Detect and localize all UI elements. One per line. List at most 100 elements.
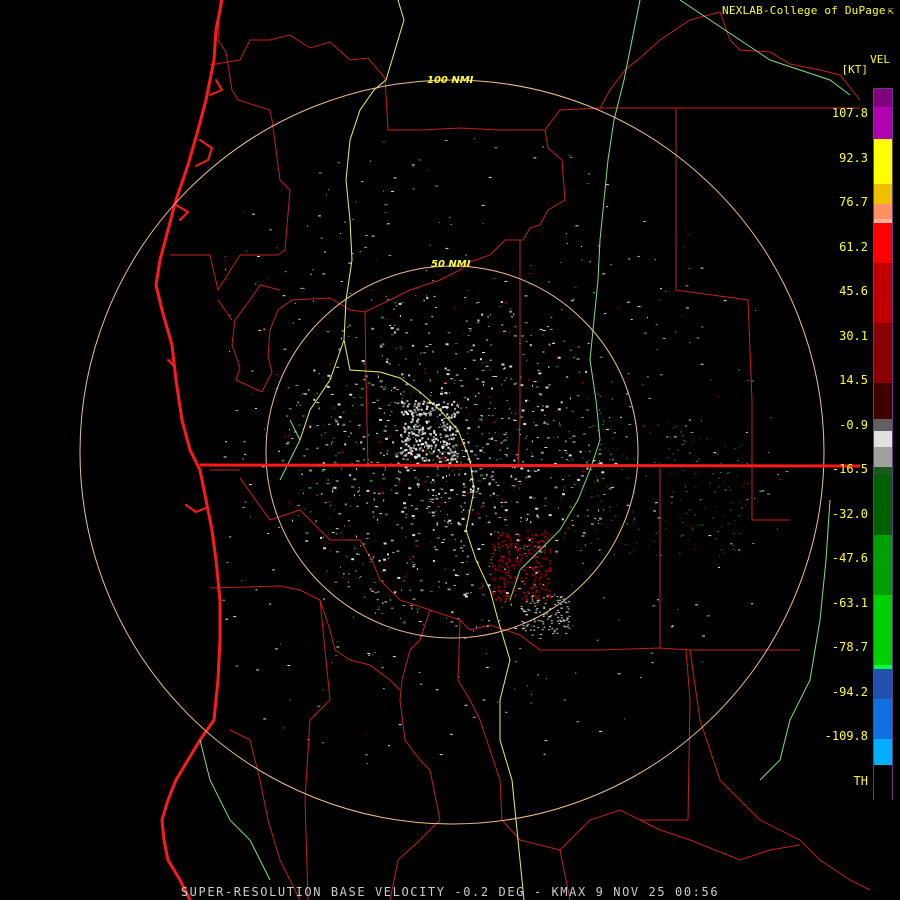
echo-pixel bbox=[411, 432, 414, 435]
echo-pixel bbox=[318, 172, 322, 174]
echo-pixel bbox=[477, 490, 479, 492]
echo-pixel bbox=[524, 295, 528, 297]
echo-pixel bbox=[432, 479, 435, 481]
echo-pixel bbox=[299, 287, 302, 289]
echo-pixel bbox=[532, 591, 535, 594]
echo-pixel bbox=[366, 386, 370, 388]
echo-pixel bbox=[303, 455, 306, 457]
echo-pixel bbox=[304, 508, 307, 510]
echo-pixel bbox=[467, 441, 470, 444]
echo-pixel bbox=[493, 531, 496, 534]
echo-pixel bbox=[552, 436, 555, 438]
echo-pixel bbox=[680, 535, 683, 537]
echo-pixel bbox=[510, 545, 513, 548]
echo-pixel bbox=[399, 471, 402, 474]
echo-pixel bbox=[567, 475, 570, 477]
echo-pixel bbox=[418, 413, 421, 416]
echo-pixel bbox=[463, 397, 467, 399]
echo-pixel bbox=[458, 473, 460, 476]
echo-pixel bbox=[241, 580, 243, 582]
echo-pixel bbox=[561, 457, 563, 458]
echo-pixel bbox=[393, 591, 396, 594]
echo-pixel bbox=[608, 488, 612, 490]
echo-pixel bbox=[371, 299, 373, 301]
echo-pixel bbox=[545, 613, 548, 615]
echo-pixel bbox=[727, 487, 729, 488]
echo-pixel bbox=[514, 575, 517, 578]
echo-pixel bbox=[487, 315, 489, 318]
echo-pixel bbox=[419, 447, 423, 449]
echo-pixel bbox=[413, 444, 416, 447]
echo-pixel bbox=[358, 487, 360, 489]
echo-pixel bbox=[381, 316, 385, 319]
echo-pixel bbox=[517, 564, 520, 567]
echo-pixel bbox=[462, 494, 465, 496]
echo-pixel bbox=[535, 609, 538, 611]
echo-pixel bbox=[670, 626, 673, 628]
echo-pixel bbox=[396, 305, 398, 307]
echo-pixel bbox=[241, 458, 244, 460]
echo-pixel bbox=[526, 435, 528, 437]
echo-pixel bbox=[340, 451, 344, 454]
echo-pixel bbox=[422, 459, 424, 461]
echo-pixel bbox=[658, 530, 660, 532]
echo-pixel bbox=[407, 494, 411, 496]
echo-pixel bbox=[444, 526, 448, 528]
echo-pixel bbox=[513, 313, 515, 316]
echo-pixel bbox=[523, 568, 526, 571]
echo-pixel bbox=[547, 582, 550, 585]
echo-pixel bbox=[316, 494, 318, 496]
echo-pixel bbox=[496, 495, 500, 497]
echo-pixel bbox=[252, 213, 255, 215]
echo-pixel bbox=[348, 324, 352, 327]
echo-pixel bbox=[491, 415, 494, 417]
echo-pixel bbox=[513, 383, 517, 385]
echo-pixel bbox=[480, 506, 483, 509]
echo-pixel bbox=[439, 433, 442, 436]
colorbar-segment bbox=[874, 669, 892, 699]
echo-pixel bbox=[331, 443, 332, 445]
echo-pixel bbox=[275, 374, 279, 376]
echo-pixel bbox=[445, 461, 447, 463]
echo-pixel bbox=[486, 474, 488, 477]
echo-pixel bbox=[542, 351, 545, 353]
echo-pixel bbox=[384, 425, 387, 427]
echo-pixel bbox=[516, 501, 519, 503]
echo-pixel bbox=[433, 529, 435, 532]
echo-pixel bbox=[611, 398, 613, 400]
echo-pixel bbox=[417, 443, 420, 446]
echo-pixel bbox=[475, 445, 479, 447]
echo-pixel bbox=[313, 424, 314, 425]
colorbar-tick-label: -47.6 bbox=[831, 551, 868, 565]
echo-pixel bbox=[674, 471, 675, 473]
echo-pixel bbox=[727, 472, 730, 474]
echo-pixel bbox=[638, 528, 641, 530]
echo-pixel bbox=[494, 376, 498, 377]
echo-pixel bbox=[269, 603, 272, 605]
echo-pixel bbox=[427, 420, 430, 423]
echo-pixel bbox=[420, 352, 422, 355]
echo-pixel bbox=[498, 564, 501, 567]
echo-pixel bbox=[531, 693, 532, 695]
echo-pixel bbox=[777, 528, 779, 530]
echo-pixel bbox=[536, 514, 539, 517]
echo-pixel bbox=[655, 324, 658, 326]
echo-pixel bbox=[318, 215, 321, 217]
colorbar-segment bbox=[874, 139, 892, 184]
echo-pixel bbox=[521, 620, 524, 622]
echo-pixel bbox=[533, 582, 535, 585]
echo-pixel bbox=[427, 437, 430, 440]
echo-pixel bbox=[681, 522, 684, 524]
echo-pixel bbox=[481, 369, 485, 371]
echo-pixel bbox=[362, 448, 364, 450]
echo-pixel bbox=[513, 420, 517, 421]
echo-pixel bbox=[538, 544, 541, 547]
echo-pixel bbox=[550, 622, 553, 624]
echo-pixel bbox=[602, 509, 604, 511]
echo-pixel bbox=[573, 481, 575, 483]
echo-pixel bbox=[402, 373, 406, 375]
echo-pixel bbox=[460, 461, 463, 464]
echo-pixel bbox=[497, 531, 500, 533]
echo-pixel bbox=[487, 396, 491, 398]
echo-pixel bbox=[536, 600, 539, 602]
